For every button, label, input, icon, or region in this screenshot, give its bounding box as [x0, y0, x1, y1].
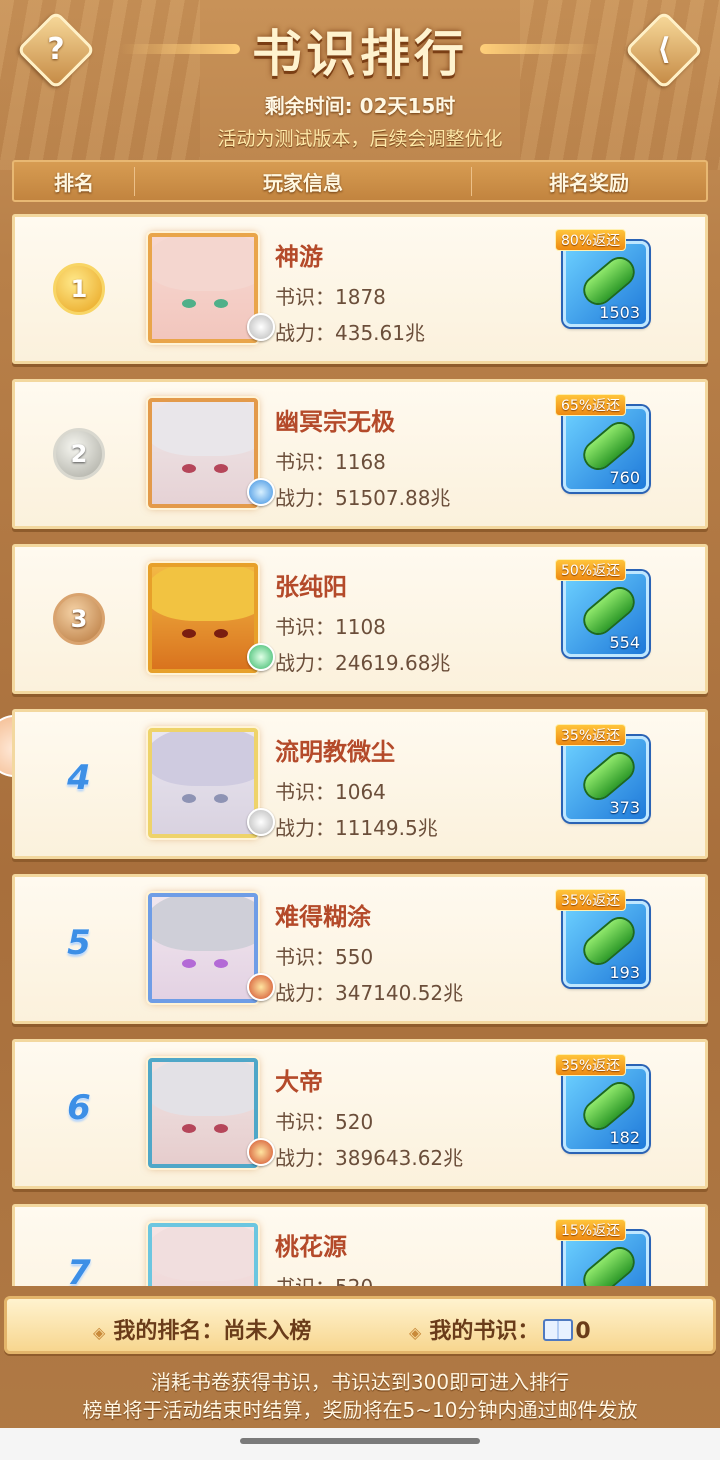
- my-rank: ◈ 我的排名：尚未入榜: [93, 1313, 311, 1345]
- player-avatar[interactable]: [148, 563, 258, 673]
- player-name: 桃花源: [275, 1233, 347, 1261]
- header-player-info: 玩家信息: [134, 166, 472, 196]
- player-books: 书识：1108: [275, 615, 386, 639]
- reward-item[interactable]: 760: [563, 406, 649, 492]
- rank-badge-icon: [247, 973, 275, 1001]
- ranking-list[interactable]: 1 神游 书识：1878 战力：435.61兆 1503 80%返还 2 幽冥宗…: [12, 214, 708, 1286]
- ranking-row[interactable]: 2 幽冥宗无极 书识：1168 战力：51507.88兆 760 65%返还: [12, 379, 708, 529]
- ranking-row[interactable]: 1 神游 书识：1878 战力：435.61兆 1503 80%返还: [12, 214, 708, 364]
- player-name: 神游: [275, 243, 323, 271]
- book-icon: [543, 1319, 574, 1341]
- player-avatar[interactable]: [148, 398, 258, 508]
- player-power: 战力：11149.5兆: [275, 816, 438, 840]
- reward-item[interactable]: 1503: [563, 241, 649, 327]
- info-line-2: 榜单将于活动结束时结算，奖励将在5~10分钟内通过邮件发放: [82, 1398, 638, 1422]
- bamboo-scroll-icon: [579, 1078, 639, 1134]
- bronze-medal-icon: 3: [53, 593, 105, 645]
- diamond-bullet-icon: ◈: [93, 1323, 106, 1342]
- player-books: 书识：1878: [275, 285, 386, 309]
- bamboo-scroll-icon: [579, 748, 639, 804]
- remaining-time: 剩余时间: 02天15时: [264, 94, 456, 118]
- player-name: 张纯阳: [275, 573, 347, 601]
- player-books: 书识：520: [275, 1110, 374, 1134]
- reward-item[interactable]: 554: [563, 571, 649, 657]
- ranking-row[interactable]: 6 大帝 书识：520 战力：389643.62兆 182 35%返还: [12, 1039, 708, 1189]
- bamboo-scroll-icon: [579, 913, 639, 969]
- header-reward: 排名奖励: [549, 170, 629, 195]
- player-power: 战力：24619.68兆: [275, 651, 451, 675]
- ranking-row[interactable]: 3 张纯阳 书识：1108 战力：24619.68兆 554 50%返还: [12, 544, 708, 694]
- player-name: 大帝: [275, 1068, 323, 1096]
- player-avatar[interactable]: [148, 1058, 258, 1168]
- rank-number: 4: [67, 758, 91, 798]
- player-avatar[interactable]: [148, 1223, 258, 1286]
- title-ornament-right: [480, 44, 600, 54]
- player-books: 书识：520: [275, 1271, 373, 1286]
- rank-badge-icon: [247, 808, 275, 836]
- my-books-value: 0: [575, 1319, 591, 1344]
- back-arrow-icon: ⟨: [657, 32, 671, 67]
- player-name: 难得糊涂: [275, 903, 371, 931]
- test-version-note: 活动为测试版本，后续会调整优化: [217, 128, 503, 150]
- player-books: 书识：1168: [275, 450, 386, 474]
- reward-return-tag: 15%返还: [555, 1219, 627, 1241]
- player-name: 幽冥宗无极: [275, 408, 395, 436]
- reward-return-tag: 65%返还: [555, 394, 627, 416]
- header-rank: 排名: [54, 170, 94, 195]
- rank-number: 5: [67, 923, 91, 963]
- reward-return-tag: 35%返还: [555, 1054, 627, 1076]
- reward-count: 760: [609, 468, 640, 487]
- player-power: 战力：435.61兆: [275, 321, 425, 345]
- reward-count: 373: [609, 798, 640, 817]
- reward-count: 554: [609, 633, 640, 652]
- bamboo-scroll-icon: [579, 253, 639, 309]
- player-books: 书识：1064: [275, 780, 386, 804]
- silver-medal-icon: 2: [53, 428, 105, 480]
- reward-item[interactable]: 373: [563, 736, 649, 822]
- reward-return-tag: 80%返还: [555, 229, 627, 251]
- my-status-bar: ◈ 我的排名：尚未入榜 ◈ 我的书识： 0: [4, 1296, 716, 1354]
- table-header: 排名 玩家信息 排名奖励: [12, 160, 708, 202]
- player-avatar[interactable]: [148, 728, 258, 838]
- my-books: ◈ 我的书识： 0: [409, 1313, 591, 1345]
- reward-count: 1503: [599, 303, 640, 322]
- player-name: 流明教微尘: [275, 738, 395, 766]
- reward-return-tag: 35%返还: [555, 724, 627, 746]
- diamond-bullet-icon: ◈: [409, 1323, 422, 1342]
- ranking-row[interactable]: 7 桃花源 书识：520 15%返还: [12, 1204, 708, 1286]
- my-rank-text: 我的排名：尚未入榜: [113, 1319, 312, 1344]
- rank-badge-icon: [247, 1138, 275, 1166]
- reward-item[interactable]: 193: [563, 901, 649, 987]
- player-power: 战力：51507.88兆: [275, 486, 451, 510]
- ranking-row[interactable]: 4 流明教微尘 书识：1064 战力：11149.5兆 373 35%返还: [12, 709, 708, 859]
- home-indicator[interactable]: [240, 1438, 480, 1444]
- player-avatar[interactable]: [148, 233, 258, 343]
- player-power: 战力：347140.52兆: [275, 981, 464, 1005]
- system-nav-bar: [0, 1428, 720, 1460]
- bamboo-scroll-icon: [579, 583, 639, 639]
- info-line-1: 消耗书卷获得书识，书识达到300即可进入排行: [150, 1370, 570, 1394]
- page-title: 书识排行: [252, 25, 468, 83]
- reward-count: 193: [609, 963, 640, 982]
- rank-badge-icon: [247, 313, 275, 341]
- reward-count: 182: [609, 1128, 640, 1147]
- player-power: 战力：389643.62兆: [275, 1146, 464, 1170]
- player-avatar[interactable]: [148, 893, 258, 1003]
- ranking-row[interactable]: 5 难得糊涂 书识：550 战力：347140.52兆 193 35%返还: [12, 874, 708, 1024]
- rank-number: 7: [67, 1253, 91, 1286]
- my-books-label: 我的书识：: [429, 1319, 540, 1344]
- rank-badge-icon: [247, 643, 275, 671]
- reward-item[interactable]: 182: [563, 1066, 649, 1152]
- bamboo-scroll-icon: [579, 418, 639, 474]
- rank-number: 6: [67, 1088, 91, 1128]
- player-books: 书识：550: [275, 945, 374, 969]
- gold-medal-icon: 1: [53, 263, 105, 315]
- rank-badge-icon: [247, 478, 275, 506]
- reward-return-tag: 50%返还: [555, 559, 627, 581]
- bamboo-scroll-icon: [579, 1243, 639, 1286]
- reward-return-tag: 35%返还: [555, 889, 627, 911]
